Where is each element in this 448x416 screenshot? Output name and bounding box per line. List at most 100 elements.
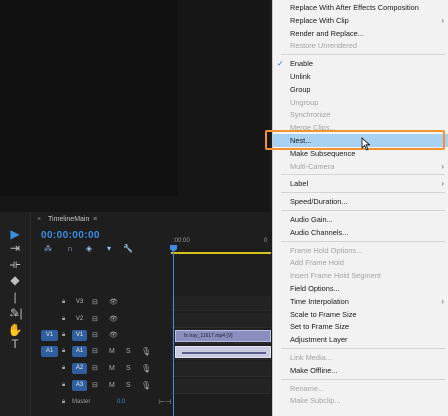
- track-lane[interactable]: [171, 313, 271, 328]
- ripple-edit-tool-icon[interactable]: ⟛: [6, 256, 24, 272]
- microphone-icon[interactable]: 🎙: [141, 380, 151, 391]
- menu-item-label: Insert Frame Hold Segment: [290, 271, 381, 281]
- context-menu: Replace With After Effects Composition Re…: [272, 0, 448, 416]
- track-target-toggle[interactable]: V2: [72, 314, 87, 325]
- menu-item-time-interpolation[interactable]: Time Interpolation ›: [273, 295, 448, 308]
- menu-item-unlink[interactable]: Unlink: [273, 70, 448, 83]
- menu-item-group[interactable]: Group: [273, 83, 448, 96]
- sync-lock-icon[interactable]: ⊟: [92, 330, 102, 341]
- source-patch-toggle[interactable]: A1: [41, 346, 58, 357]
- menu-separator: [281, 192, 445, 194]
- menu-item-make-offline[interactable]: Make Offline...: [273, 364, 448, 377]
- track-target-toggle[interactable]: V1: [72, 330, 87, 341]
- menu-separator: [281, 240, 445, 242]
- mute-button[interactable]: M: [109, 363, 119, 374]
- track-lock-icon[interactable]: 🔒︎: [62, 380, 70, 391]
- close-tab-icon[interactable]: ×: [37, 212, 41, 228]
- linked-selection-icon[interactable]: ◈: [84, 243, 94, 255]
- menu-item-multi-camera: Multi-Camera ›: [273, 160, 448, 173]
- track-select-tool-icon[interactable]: ⇥: [6, 240, 24, 256]
- track-row-a1: A1 🔒︎ A1 ⊟ M S 🎙: [31, 345, 271, 360]
- track-row-a2: 🔒︎ A2 ⊟ M S 🎙: [31, 362, 271, 377]
- track-lane[interactable]: [171, 379, 271, 394]
- track-lock-icon[interactable]: 🔒︎: [62, 363, 70, 374]
- master-gap-icon[interactable]: ⊢⊣: [159, 397, 171, 408]
- menu-item-render-and-replace[interactable]: Render and Replace...: [273, 27, 448, 40]
- playhead-handle[interactable]: [170, 245, 177, 252]
- sync-lock-icon[interactable]: ⊟: [92, 380, 102, 391]
- menu-item-set-to-frame-size[interactable]: Set to Frame Size: [273, 320, 448, 333]
- menu-separator: [281, 54, 445, 56]
- slip-tool-icon[interactable]: |↔|: [6, 289, 24, 320]
- eye-icon[interactable]: 👁: [109, 330, 119, 341]
- audio-clip[interactable]: [175, 346, 271, 358]
- menu-item-enable[interactable]: ✓ Enable: [273, 57, 448, 70]
- solo-button[interactable]: S: [126, 363, 136, 374]
- snap-icon[interactable]: ∩: [65, 243, 75, 255]
- track-target-toggle[interactable]: A2: [72, 363, 87, 374]
- menu-item-scale-to-frame-size[interactable]: Scale to Frame Size: [273, 308, 448, 321]
- menu-item-adjustment-layer[interactable]: Adjustment Layer: [273, 333, 448, 346]
- master-lock-icon[interactable]: 🔒︎: [62, 397, 70, 408]
- razor-tool-icon[interactable]: ◆: [6, 272, 24, 288]
- add-marker-icon[interactable]: ▾: [104, 243, 114, 255]
- source-patch-toggle[interactable]: V1: [41, 330, 58, 341]
- mute-button[interactable]: M: [109, 380, 119, 391]
- mute-button[interactable]: M: [109, 346, 119, 357]
- submenu-arrow-icon: ›: [441, 296, 444, 306]
- video-clip[interactable]: fx Iray_11617.mp4 [V]: [175, 330, 271, 342]
- eye-icon[interactable]: 👁: [109, 297, 119, 308]
- track-target-toggle[interactable]: A1: [72, 346, 87, 357]
- solo-button[interactable]: S: [126, 346, 136, 357]
- settings-wrench-icon[interactable]: 🔧: [123, 243, 133, 255]
- track-lane[interactable]: [171, 362, 271, 377]
- menu-item-field-options[interactable]: Field Options...: [273, 282, 448, 295]
- menu-item-replace-with-after-effects-composition[interactable]: Replace With After Effects Composition: [273, 1, 448, 14]
- pen-tool-icon[interactable]: ✎: [6, 305, 24, 321]
- track-target-toggle[interactable]: A3: [72, 380, 87, 391]
- solo-button[interactable]: S: [126, 380, 136, 391]
- menu-item-label: Ungroup: [290, 97, 319, 107]
- type-tool-icon[interactable]: T: [6, 336, 24, 352]
- microphone-icon[interactable]: 🎙: [141, 346, 151, 357]
- menu-item-synchronize: Synchronize: [273, 108, 448, 121]
- track-lane[interactable]: [171, 296, 271, 311]
- menu-item-label: Link Media...: [290, 353, 332, 362]
- playhead[interactable]: [170, 245, 177, 416]
- menu-item-restore-unrendered: Restore Unrendered: [273, 39, 448, 52]
- track-lock-icon[interactable]: 🔒︎: [62, 330, 70, 341]
- menu-item-replace-with-clip[interactable]: Replace With Clip ›: [273, 14, 448, 27]
- track-lock-icon[interactable]: 🔒︎: [62, 314, 70, 325]
- menu-item-audio-gain[interactable]: Audio Gain...: [273, 213, 448, 226]
- timecode-display[interactable]: 00:00:00:00: [41, 230, 100, 241]
- sync-lock-icon[interactable]: ⊟: [92, 314, 102, 325]
- sync-lock-icon[interactable]: ⊟: [92, 363, 102, 374]
- sync-lock-icon[interactable]: ⊟: [92, 346, 102, 357]
- panel-menu-icon[interactable]: ≡: [93, 212, 97, 228]
- nest-toggle-icon[interactable]: ⁂: [43, 243, 53, 255]
- track-lock-icon[interactable]: 🔒︎: [62, 297, 70, 308]
- menu-item-add-frame-hold: Add Frame Hold: [273, 256, 448, 269]
- menu-item-label: Unlink: [290, 72, 311, 81]
- sequence-name[interactable]: TimelineMain: [48, 212, 89, 228]
- track-target-toggle[interactable]: V3: [72, 297, 87, 308]
- sync-lock-icon[interactable]: ⊟: [92, 297, 102, 308]
- menu-separator: [281, 378, 445, 380]
- timeline-tab[interactable]: × TimelineMain ≡: [31, 212, 271, 228]
- eye-icon[interactable]: 👁: [109, 314, 119, 325]
- menu-item-audio-channels[interactable]: Audio Channels...: [273, 226, 448, 239]
- menu-item-speed-duration[interactable]: Speed/Duration...: [273, 195, 448, 208]
- track-lock-icon[interactable]: 🔒︎: [62, 346, 70, 357]
- menu-separator: [281, 348, 445, 349]
- mouse-cursor-icon: [361, 137, 371, 151]
- master-volume-value[interactable]: 0.0: [117, 397, 125, 408]
- master-track-label: Master: [72, 399, 91, 405]
- monitor-video-frame: [0, 0, 178, 196]
- microphone-icon[interactable]: 🎙: [141, 363, 151, 374]
- menu-item-label[interactable]: Label ›: [273, 177, 448, 190]
- work-area-bar[interactable]: [171, 252, 271, 254]
- menu-item-label: Make Offline...: [290, 365, 338, 375]
- menu-item-label: Set to Frame Size: [290, 322, 350, 332]
- time-ruler[interactable]: :00:00 0: [171, 234, 271, 248]
- track-row-a3: 🔒︎ A3 ⊟ M S 🎙: [31, 379, 271, 394]
